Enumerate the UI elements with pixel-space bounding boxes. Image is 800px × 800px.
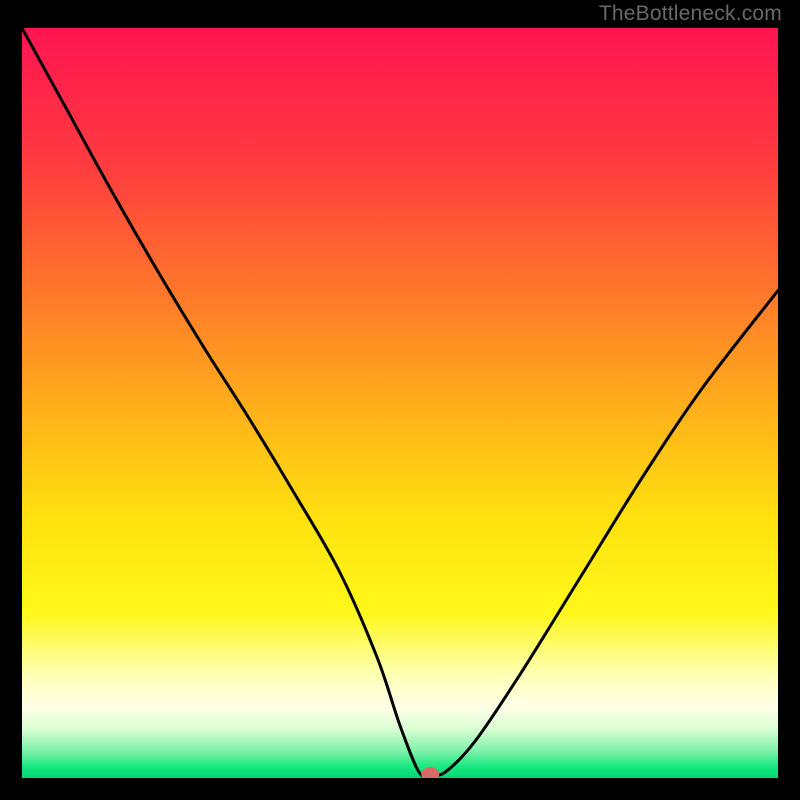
gradient-background bbox=[22, 28, 778, 778]
bottleneck-chart bbox=[22, 28, 778, 778]
watermark-text: TheBottleneck.com bbox=[599, 2, 782, 26]
plot-area bbox=[22, 28, 778, 778]
chart-frame: TheBottleneck.com bbox=[0, 0, 800, 800]
